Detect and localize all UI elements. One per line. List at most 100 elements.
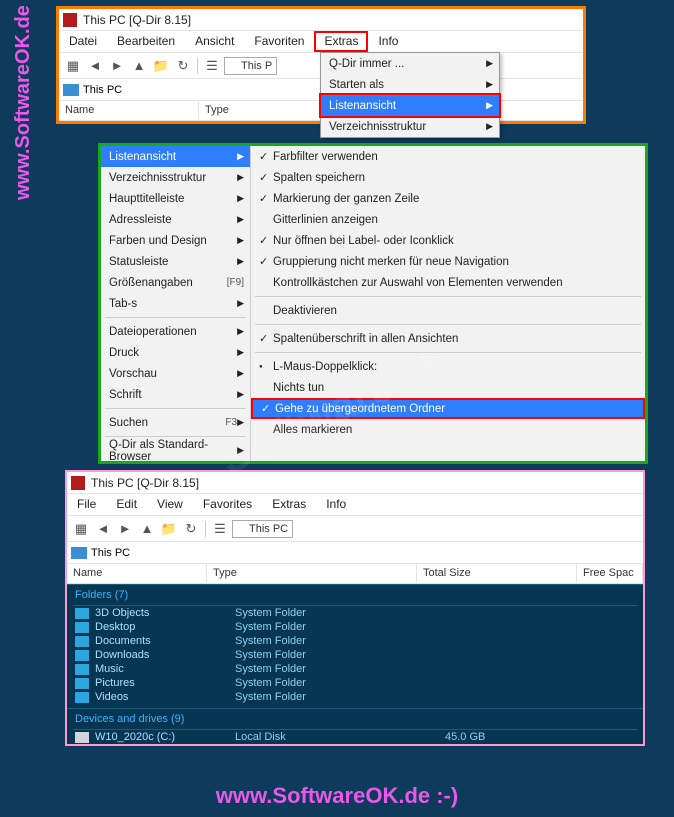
app-icon [63, 13, 77, 27]
refresh-icon[interactable]: ↻ [181, 519, 201, 539]
menu-item[interactable]: Nichts tun [251, 377, 645, 398]
menu-item[interactable]: Verzeichnisstruktur▶ [101, 167, 250, 188]
view-icon[interactable]: ▦ [71, 519, 91, 539]
folder-icon[interactable]: 📁 [151, 56, 171, 76]
menu-item[interactable]: ✓Spaltenüberschrift in allen Ansichten [251, 328, 645, 349]
menu-item[interactable]: Druck▶ [101, 342, 250, 363]
menu-info[interactable]: Info [368, 31, 408, 52]
menu-item[interactable]: Haupttitelleiste▶ [101, 188, 250, 209]
window-title: This PC [Q-Dir 8.15] [83, 13, 191, 27]
separator [197, 58, 198, 74]
menu-item[interactable]: Vorschau▶ [101, 363, 250, 384]
up-icon[interactable]: ▲ [129, 56, 149, 76]
pc-icon [63, 84, 79, 96]
menu-item[interactable]: ✓Nur öffnen bei Label- oder Iconklick [251, 230, 645, 251]
menu-item[interactable]: Verzeichnisstruktur▶ [321, 116, 499, 137]
location-field[interactable]: This PC [232, 520, 293, 538]
submenu-cascade: Listenansicht▶Verzeichnisstruktur▶Hauptt… [98, 143, 648, 464]
up-icon[interactable]: ▲ [137, 519, 157, 539]
menu-item[interactable]: Farben und Design▶ [101, 230, 250, 251]
separator [205, 521, 206, 537]
folder-icon [75, 650, 89, 661]
submenu-right: ✓Farbfilter verwenden✓Spalten speichern✓… [251, 146, 645, 461]
menu-item[interactable]: ✓Markierung der ganzen Zeile [251, 188, 645, 209]
menu-datei[interactable]: Datei [59, 31, 107, 52]
view-icon[interactable]: ▦ [63, 56, 83, 76]
menubar: FileEditViewFavoritesExtrasInfo [67, 494, 643, 516]
pc-icon [237, 524, 249, 533]
menu-item[interactable]: Deaktivieren [251, 300, 645, 321]
menu-item[interactable]: ✓Gruppierung nicht merken für neue Navig… [251, 251, 645, 272]
menu-item[interactable]: ✓Gehe zu übergeordnetem Ordner [251, 398, 645, 419]
back-icon[interactable]: ◄ [85, 56, 105, 76]
menu-edit[interactable]: Edit [106, 494, 147, 515]
menu-item[interactable]: Q-Dir als Standard-Browser▶ [101, 440, 250, 461]
back-icon[interactable]: ◄ [93, 519, 113, 539]
menu-item[interactable]: ✓Farbfilter verwenden [251, 146, 645, 167]
menu-item[interactable]: SuchenF3▶ [101, 412, 250, 433]
extras-dropdown: Q-Dir immer ...▶Starten als▶Listenansich… [320, 52, 500, 138]
menu-item[interactable]: Größenangaben[F9] [101, 272, 250, 293]
menu-item[interactable]: Starten als▶ [321, 74, 499, 95]
menu-item[interactable]: Q-Dir immer ...▶ [321, 53, 499, 74]
menu-ansicht[interactable]: Ansicht [185, 31, 244, 52]
menu-item[interactable]: Tab-s▶ [101, 293, 250, 314]
list-item[interactable]: W10_2020c (C:)Local Disk45.0 GB [67, 730, 643, 744]
tree-icon[interactable]: ☰ [210, 519, 230, 539]
folder-icon [75, 608, 89, 619]
list-item[interactable]: DocumentsSystem Folder [67, 634, 643, 648]
group-drives[interactable]: Devices and drives (9) [67, 708, 643, 729]
menu-favoriten[interactable]: Favoriten [244, 31, 314, 52]
menu-view[interactable]: View [147, 494, 193, 515]
menu-item[interactable]: ✓Spalten speichern [251, 167, 645, 188]
col-total-size[interactable]: Total Size [417, 564, 577, 583]
pc-icon [71, 547, 87, 559]
list-item[interactable]: VideosSystem Folder [67, 690, 643, 704]
qdir-window-english: This PC [Q-Dir 8.15] FileEditViewFavorit… [65, 470, 645, 746]
col-name[interactable]: Name [67, 564, 207, 583]
menu-item[interactable]: Adressleiste▶ [101, 209, 250, 230]
menu-item[interactable]: Listenansicht▶ [101, 146, 250, 167]
menu-info[interactable]: Info [316, 494, 356, 515]
list-item[interactable]: DesktopSystem Folder [67, 620, 643, 634]
menu-favorites[interactable]: Favorites [193, 494, 262, 515]
menu-extras[interactable]: Extras [262, 494, 316, 515]
group-folders[interactable]: Folders (7) [67, 584, 643, 605]
app-icon [71, 476, 85, 490]
path-bar[interactable]: This PC [67, 542, 643, 564]
titlebar[interactable]: This PC [Q-Dir 8.15] [59, 9, 583, 31]
menu-file[interactable]: File [67, 494, 106, 515]
menu-extras[interactable]: Extras [314, 31, 368, 52]
menu-item[interactable]: Dateioperationen▶ [101, 321, 250, 342]
forward-icon[interactable]: ► [107, 56, 127, 76]
menu-item[interactable]: Listenansicht▶ [321, 95, 499, 116]
menu-item[interactable]: Statusleiste▶ [101, 251, 250, 272]
col-type[interactable]: Type [207, 564, 417, 583]
tree-icon[interactable]: ☰ [202, 56, 222, 76]
forward-icon[interactable]: ► [115, 519, 135, 539]
watermark-left: www.SoftwareOK.de :-) [12, 0, 35, 200]
folder-icon [75, 678, 89, 689]
menu-item[interactable]: Alles markieren [251, 419, 645, 440]
folder-icon [75, 636, 89, 647]
location-field[interactable]: This P [224, 57, 277, 75]
menu-item[interactable]: Schrift▶ [101, 384, 250, 405]
list-item[interactable]: 3D ObjectsSystem Folder [67, 606, 643, 620]
menu-item[interactable]: ●L-Maus-Doppelklick: [251, 356, 645, 377]
refresh-icon[interactable]: ↻ [173, 56, 193, 76]
list-item[interactable]: MusicSystem Folder [67, 662, 643, 676]
folder-icon[interactable]: 📁 [159, 519, 179, 539]
titlebar[interactable]: This PC [Q-Dir 8.15] [67, 472, 643, 494]
list-item[interactable]: DownloadsSystem Folder [67, 648, 643, 662]
folder-icon [75, 664, 89, 675]
col-name[interactable]: Name [59, 101, 199, 120]
folder-icon [75, 622, 89, 633]
col-free-space[interactable]: Free Spac [577, 564, 643, 583]
menu-item[interactable]: Kontrollkästchen zur Auswahl von Element… [251, 272, 645, 293]
list-item[interactable]: PicturesSystem Folder [67, 676, 643, 690]
toolbar: ▦ ◄ ► ▲ 📁 ↻ ☰ This PC [67, 516, 643, 542]
menu-bearbeiten[interactable]: Bearbeiten [107, 31, 185, 52]
menu-item[interactable]: Gitterlinien anzeigen [251, 209, 645, 230]
column-headers: Name Type Total Size Free Spac [67, 564, 643, 584]
menubar: DateiBearbeitenAnsichtFavoritenExtrasInf… [59, 31, 583, 53]
